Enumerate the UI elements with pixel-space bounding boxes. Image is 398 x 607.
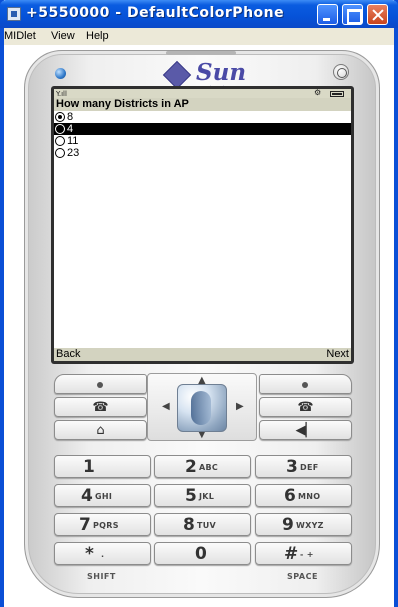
key-letters: TUV <box>197 521 217 530</box>
key-star[interactable]: * . <box>54 542 151 565</box>
menu-bar: MIDlet View Help <box>4 28 394 45</box>
right-softkey-button[interactable] <box>259 374 352 394</box>
select-button[interactable] <box>177 384 227 432</box>
status-bar: Y.ıll ⚙ <box>54 89 351 98</box>
menu-view[interactable]: View <box>51 30 75 42</box>
hash-icon: # <box>284 544 299 564</box>
key-3[interactable]: 3 DEF <box>255 455 352 478</box>
key-letters: - + <box>300 550 314 559</box>
app-icon[interactable] <box>7 7 21 21</box>
minimize-button[interactable] <box>317 4 338 25</box>
settings-icon: ⚙ <box>314 88 322 97</box>
radio-icon[interactable] <box>55 124 65 134</box>
close-button[interactable] <box>367 4 388 25</box>
dot-icon <box>302 382 308 388</box>
key-digit: 5 <box>185 486 197 506</box>
menu-midlet[interactable]: MIDlet <box>4 30 36 42</box>
call-button[interactable]: ☎ <box>54 397 147 417</box>
key-letters: JKL <box>199 492 215 501</box>
back-softkey[interactable]: Back <box>56 348 80 361</box>
key-letters: . <box>101 550 105 559</box>
key-digit: 7 <box>79 515 91 535</box>
option-8[interactable]: 8 <box>54 111 351 123</box>
key-letters: WXYZ <box>296 521 324 530</box>
maximize-button[interactable] <box>342 4 363 25</box>
home-button[interactable]: ⌂ <box>54 420 147 440</box>
key-letters: ABC <box>199 463 219 472</box>
key-digit: 9 <box>282 515 294 535</box>
softkey-bar: Back Next <box>54 348 351 361</box>
menu-help[interactable]: Help <box>86 30 109 42</box>
option-11[interactable]: 11 <box>54 135 351 147</box>
key-letters: DEF <box>300 463 319 472</box>
star-icon: * <box>85 544 94 564</box>
hang-up-icon: ☎ <box>297 400 314 415</box>
key-letters: MNO <box>298 492 321 501</box>
key-letters: GHI <box>95 492 113 501</box>
key-8[interactable]: 8 TUV <box>154 513 251 536</box>
option-4[interactable]: 4 <box>54 123 351 135</box>
nav-right-icon[interactable]: ▶ <box>236 401 244 412</box>
option-label: 23 <box>67 147 80 159</box>
key-1[interactable]: 1 <box>54 455 151 478</box>
brand-name: Sun <box>196 59 247 86</box>
end-call-button[interactable]: ☎ <box>259 397 352 417</box>
title-bar[interactable]: +5550000 - DefaultColorPhone <box>0 0 398 28</box>
phone-screen: Y.ıll ⚙ How many Districts in AP 8 4 11 … <box>54 89 351 361</box>
key-digit: 3 <box>286 457 298 477</box>
radio-icon[interactable] <box>55 148 65 158</box>
window-title: +5550000 - DefaultColorPhone <box>26 5 285 21</box>
dot-icon <box>97 382 103 388</box>
status-led <box>55 68 66 79</box>
left-softkey-button[interactable] <box>54 374 147 394</box>
option-label: 8 <box>67 111 74 123</box>
nav-left-icon[interactable]: ◀ <box>162 401 170 412</box>
option-label: 4 <box>67 123 74 135</box>
earpiece <box>166 51 236 55</box>
home-icon: ⌂ <box>96 423 105 438</box>
power-button[interactable] <box>333 64 349 80</box>
key-4[interactable]: 4 GHI <box>54 484 151 507</box>
phone-icon: ☎ <box>92 400 109 415</box>
radio-icon[interactable] <box>55 136 65 146</box>
question-title: How many Districts in AP <box>54 98 351 111</box>
space-label: SPACE <box>287 572 318 581</box>
key-digit: 2 <box>185 457 197 477</box>
sun-diamond-icon <box>162 60 192 90</box>
key-2[interactable]: 2 ABC <box>154 455 251 478</box>
key-letters: PQRS <box>93 521 119 530</box>
key-hash[interactable]: # - + <box>255 542 352 565</box>
key-0[interactable]: 0 <box>154 542 251 565</box>
next-softkey[interactable]: Next <box>326 348 349 361</box>
option-23[interactable]: 23 <box>54 147 351 159</box>
key-9[interactable]: 9 WXYZ <box>255 513 352 536</box>
shift-label: SHIFT <box>87 572 116 581</box>
option-label: 11 <box>67 135 79 147</box>
key-digit: 4 <box>81 486 93 506</box>
key-digit: 1 <box>83 457 95 477</box>
key-digit: 6 <box>284 486 296 506</box>
key-5[interactable]: 5 JKL <box>154 484 251 507</box>
key-digit: 8 <box>183 515 195 535</box>
key-7[interactable]: 7 PQRS <box>54 513 151 536</box>
key-digit: 0 <box>195 544 207 564</box>
clear-button[interactable]: ◀▏ <box>259 420 352 440</box>
clear-icon: ◀▏ <box>295 423 316 438</box>
signal-icon: Y.ıll <box>56 90 67 98</box>
radio-checked-icon[interactable] <box>55 112 65 122</box>
key-6[interactable]: 6 MNO <box>255 484 352 507</box>
battery-icon <box>330 91 344 97</box>
